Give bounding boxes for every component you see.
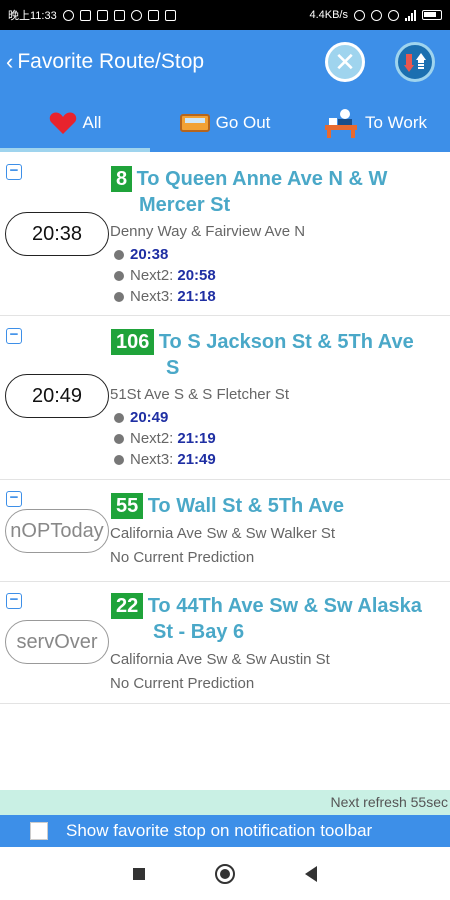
sort-icon xyxy=(404,53,426,72)
refresh-countdown: Next refresh 55sec xyxy=(0,790,450,815)
bullet-icon xyxy=(114,412,124,423)
battery-icon xyxy=(422,10,442,20)
wifi-icon xyxy=(388,9,399,21)
home-icon[interactable] xyxy=(215,863,235,884)
remove-favorite-button[interactable]: − xyxy=(6,163,22,180)
route-number-badge: 22 xyxy=(111,593,144,619)
route-destination: To 44Th Ave Sw & Sw Alaska xyxy=(147,595,422,617)
app-header: ‹ Favorite Route/Stop ✕ xyxy=(0,30,450,94)
status-bar: 晚上11:33 4.4KB/s xyxy=(0,0,450,30)
route-number-badge: 106 xyxy=(111,329,155,355)
page-title: Favorite Route/Stop xyxy=(17,50,205,73)
favorites-list: − 20:38 8 To Queen Anne Ave N & W Mercer… xyxy=(0,152,450,704)
route-destination: To S Jackson St & 5Th Ave xyxy=(158,331,414,353)
mail-icon xyxy=(113,9,125,21)
prediction-3: Next3: 21:49 xyxy=(114,451,216,468)
heart-icon xyxy=(49,112,76,134)
stop-name: 51St Ave S & S Fletcher St xyxy=(110,386,289,403)
route-title: 55 To Wall St & 5Th Ave xyxy=(111,493,444,519)
status-pill: nOPToday xyxy=(5,509,109,553)
tab-all-label: All xyxy=(82,113,102,132)
back-nav-icon[interactable] xyxy=(305,865,317,882)
bullet-icon xyxy=(114,249,124,260)
list-item[interactable]: − 20:38 8 To Queen Anne Ave N & W Mercer… xyxy=(0,152,450,316)
prediction-2: Next2: 21:19 xyxy=(114,430,216,447)
gallery-icon xyxy=(96,9,108,21)
prediction-status: No Current Prediction xyxy=(110,675,255,692)
status-pill: servOver xyxy=(5,620,109,664)
usb-icon xyxy=(147,9,159,21)
route-destination-cont: Mercer St xyxy=(139,194,231,216)
route-title: 8 To Queen Anne Ave N & W Mercer St xyxy=(111,166,444,218)
network-speed: 4.4KB/s xyxy=(309,9,348,21)
tab-go-out-label: Go Out xyxy=(215,113,271,132)
list-item[interactable]: − 20:49 106 To S Jackson St & 5Th Ave S … xyxy=(0,316,450,480)
arrival-time-pill: 20:49 xyxy=(5,374,109,418)
arrival-time-pill: 20:38 xyxy=(5,212,109,256)
tab-all[interactable]: All xyxy=(0,94,150,152)
shield-icon xyxy=(130,9,142,21)
status-time: 晚上11:33 xyxy=(8,10,57,22)
prediction-1: 20:38 xyxy=(114,246,168,263)
prediction-status: No Current Prediction xyxy=(110,549,255,566)
back-icon[interactable]: ‹ xyxy=(2,49,17,75)
system-nav-bar xyxy=(0,847,450,900)
notification-checkbox[interactable] xyxy=(30,822,48,840)
bullet-icon xyxy=(114,270,124,281)
desk-icon xyxy=(324,109,357,138)
prediction-2: Next2: 20:58 xyxy=(114,267,216,284)
trash-icon xyxy=(164,9,176,21)
stop-name: Denny Way & Fairview Ave N xyxy=(110,223,306,240)
notification-toggle-label: Show favorite stop on notification toolb… xyxy=(66,821,373,840)
recents-icon[interactable] xyxy=(133,867,145,880)
route-destination: To Wall St & 5Th Ave xyxy=(147,495,345,517)
notification-icon xyxy=(79,9,91,21)
bullet-icon xyxy=(114,291,124,302)
remove-favorite-button[interactable]: − xyxy=(6,327,22,344)
tab-go-out[interactable]: Go Out xyxy=(150,94,300,152)
route-title: 22 To 44Th Ave Sw & Sw Alaska St - Bay 6 xyxy=(111,593,444,645)
remove-favorite-button[interactable]: − xyxy=(6,592,22,609)
close-icon: ✕ xyxy=(334,47,356,77)
route-destination-cont: St - Bay 6 xyxy=(153,621,245,643)
bluetooth-icon xyxy=(354,9,365,21)
stop-name: California Ave Sw & Sw Walker St xyxy=(110,525,336,542)
category-tabs: All Go Out To Work xyxy=(0,94,450,152)
remove-favorite-button[interactable]: − xyxy=(6,490,22,507)
tab-to-work-label: To Work xyxy=(364,113,428,132)
list-item[interactable]: − servOver 22 To 44Th Ave Sw & Sw Alaska… xyxy=(0,582,450,704)
signal-icon xyxy=(405,9,416,21)
route-destination-cont: S xyxy=(166,357,180,379)
route-number-badge: 55 xyxy=(111,493,144,519)
list-item[interactable]: − nOPToday 55 To Wall St & 5Th Ave Calif… xyxy=(0,480,450,582)
prediction-3: Next3: 21:18 xyxy=(114,288,216,305)
notification-toggle[interactable]: Show favorite stop on notification toolb… xyxy=(0,815,450,847)
stop-name: California Ave Sw & Sw Austin St xyxy=(110,651,330,668)
tab-to-work[interactable]: To Work xyxy=(300,94,450,152)
bullet-icon xyxy=(114,433,124,444)
route-number-badge: 8 xyxy=(111,166,133,192)
reorder-button[interactable] xyxy=(395,42,435,82)
bullet-icon xyxy=(114,454,124,465)
alarm-icon xyxy=(371,9,382,21)
route-title: 106 To S Jackson St & 5Th Ave S xyxy=(111,329,444,381)
prediction-1: 20:49 xyxy=(114,409,168,426)
close-button[interactable]: ✕ xyxy=(325,42,365,82)
bus-icon xyxy=(179,114,210,132)
route-destination: To Queen Anne Ave N & W xyxy=(136,168,388,190)
sync-icon xyxy=(62,9,74,21)
